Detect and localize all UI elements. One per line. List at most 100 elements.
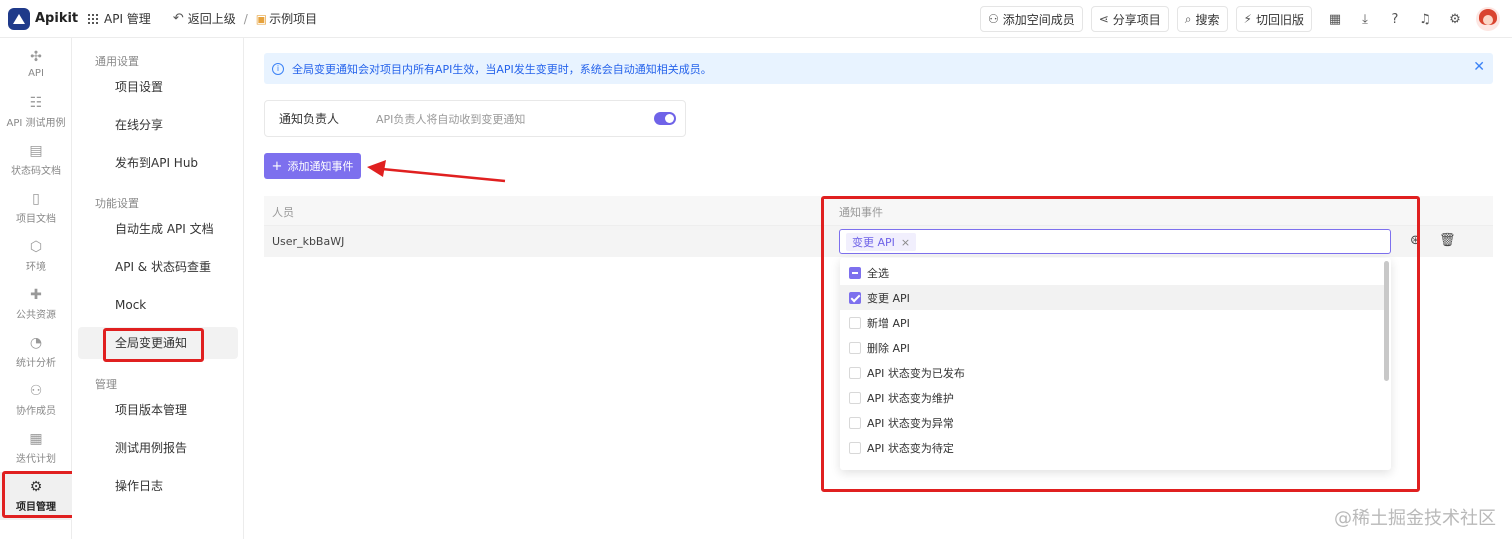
column-header-person: 人员 [272,206,294,219]
group-feature-heading: 功能设置 [95,197,139,210]
project-breadcrumb[interactable]: ▣ 示例项目 [256,10,317,27]
save-icon[interactable]: ⊛ [1410,233,1421,248]
table-header: 人员 通知事件 [264,196,1493,226]
checkbox[interactable] [849,266,861,279]
rail-item-api[interactable]: ✣ API [0,40,72,88]
rail-item-status-code[interactable]: ▤ 状态码文档 [0,136,72,184]
api-manage-label: API 管理 [104,12,151,26]
rail-label: 项目文档 [16,214,56,225]
status-code-icon: ▤ [29,143,43,159]
back-button[interactable]: ↶ 返回上级 [173,10,236,27]
rail-item-members[interactable]: ⚇ 协作成员 [0,376,72,424]
notify-owner-card: 通知负责人 API负责人将自动收到变更通知 [264,100,686,137]
members-icon: ⚇ [29,383,43,399]
rail-label: 统计分析 [16,358,56,369]
rail-label: 状态码文档 [11,166,61,177]
rail-item-public-resource[interactable]: ✚ 公共资源 [0,280,72,328]
checkbox[interactable] [849,416,861,429]
subnav-operation-log[interactable]: 操作日志 [78,470,238,502]
plus-icon: + [271,158,283,174]
user-avatar[interactable] [1476,7,1500,31]
checkbox[interactable] [849,341,861,354]
option-change-api[interactable]: 变更 API [840,285,1384,310]
rail-item-test-case[interactable]: ☷ API 测试用例 [0,88,72,136]
rail-label: API [28,68,44,79]
api-icon: ✣ [30,49,42,65]
option-status-abnormal[interactable]: API 状态变为异常 [840,410,1384,435]
left-rail: ✣ API ☷ API 测试用例 ▤ 状态码文档 ▯ 项目文档 ⬡ 环境 ✚ 公… [0,38,72,539]
rail-item-project-manage[interactable]: ⚙ 项目管理 [0,472,72,520]
calendar-check-icon[interactable]: ▦ [1320,12,1350,27]
option-label: 删除 API [867,341,910,355]
api-manage-menu[interactable]: API 管理 [88,10,151,27]
notify-owner-label: 通知负责人 [279,112,340,126]
notify-owner-toggle[interactable] [654,112,676,125]
bell-icon[interactable]: ♫ [1410,12,1440,27]
notify-events-select[interactable]: 变更 API × [839,229,1391,254]
rail-item-environment[interactable]: ⬡ 环境 [0,232,72,280]
top-actions: ⚇ 添加空间成员 ⋖ 分享项目 ⌕ 搜索 ⚡ 切回旧版 ▦ ⤓ ? ♫ ⚙ [979,0,1512,38]
add-notify-event-button[interactable]: + 添加通知事件 [264,153,361,179]
checkbox[interactable] [849,366,861,379]
app-logo[interactable]: Apikit [8,7,82,30]
add-member-button[interactable]: ⚇ 添加空间成员 [979,6,1083,32]
subnav-duplicate-check[interactable]: API & 状态码查重 [78,251,238,283]
group-general-heading: 通用设置 [95,55,139,68]
document-icon: ▯ [32,191,40,207]
events-dropdown: 全选 变更 API 新增 API 删除 API API 状态变为已发布 API … [840,258,1391,470]
subnav-version-manage[interactable]: 项目版本管理 [78,394,238,426]
dropdown-scrollbar[interactable] [1384,261,1389,381]
rail-label: 公共资源 [16,310,56,321]
checkbox[interactable] [849,441,861,454]
subnav-publish-api-hub[interactable]: 发布到API Hub [78,147,238,179]
share-button[interactable]: ⋖ 分享项目 [1090,6,1169,32]
watermark: @稀土掘金技术社区 [1334,508,1496,529]
rail-item-statistics[interactable]: ◔ 统计分析 [0,328,72,376]
rail-label: 迭代计划 [16,454,56,465]
info-alert: i 全局变更通知会对项目内所有API生效，当API发生变更时，系统会自动通知相关… [264,53,1493,84]
subnav-online-share[interactable]: 在线分享 [78,109,238,141]
rail-item-iteration[interactable]: ▦ 迭代计划 [0,424,72,472]
subnav-auto-doc[interactable]: 自动生成 API 文档 [78,213,238,245]
subnav-test-report[interactable]: 测试用例报告 [78,432,238,464]
option-delete-api[interactable]: 删除 API [840,335,1384,360]
puzzle-icon: ✚ [30,287,42,303]
subnav-project-settings[interactable]: 项目设置 [78,71,238,103]
back-label: 返回上级 [187,12,236,26]
add-member-label: 添加空间成员 [1002,12,1075,27]
download-icon[interactable]: ⤓ [1350,12,1380,27]
rail-label: 项目管理 [16,502,56,513]
option-label: 新增 API [867,316,910,330]
option-label: API 状态变为异常 [867,416,954,430]
switch-old-version-button[interactable]: ⚡ 切回旧版 [1235,6,1312,32]
option-select-all[interactable]: 全选 [840,260,1384,285]
test-case-icon: ☷ [29,95,43,111]
magic-wand-icon: ⚡ [1243,12,1252,26]
subnav-mock[interactable]: Mock [78,289,238,321]
checkbox[interactable] [849,316,861,329]
settings-icon[interactable]: ⚙ [1440,12,1470,27]
event-tag: 变更 API × [846,233,917,251]
option-status-maintenance[interactable]: API 状态变为维护 [840,385,1384,410]
project-icon: ▣ [255,11,268,26]
rail-item-document[interactable]: ▯ 项目文档 [0,184,72,232]
tag-close-icon[interactable]: × [901,236,910,249]
rail-label: 环境 [26,262,46,273]
help-icon[interactable]: ? [1380,12,1410,27]
share-label: 分享项目 [1112,12,1161,27]
delete-icon[interactable]: 🗑 [1439,233,1456,248]
checkbox[interactable] [849,291,861,304]
subnav-global-change-notify[interactable]: 全局变更通知 [78,327,238,359]
option-status-pending[interactable]: API 状态变为待定 [840,435,1384,460]
option-label: API 状态变为维护 [867,391,954,405]
search-label: 搜索 [1195,12,1220,27]
search-button[interactable]: ⌕ 搜索 [1176,6,1228,32]
option-add-api[interactable]: 新增 API [840,310,1384,335]
event-tag-label: 变更 API [852,236,895,249]
option-label: 全选 [867,266,889,280]
option-label: API 状态变为已发布 [867,366,965,380]
option-status-published[interactable]: API 状态变为已发布 [840,360,1384,385]
checkbox[interactable] [849,391,861,404]
chart-icon: ◔ [29,335,43,351]
close-icon[interactable]: ✕ [1473,59,1485,75]
